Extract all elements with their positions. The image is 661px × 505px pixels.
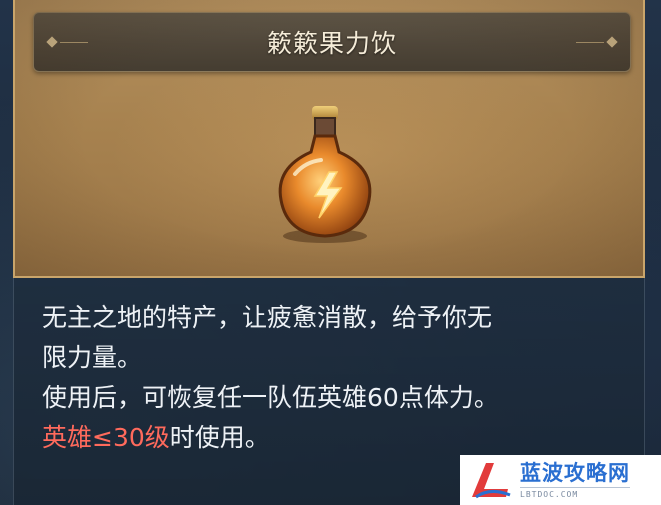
title-ornament-left	[46, 36, 58, 48]
item-name: 簌簌果力饮	[266, 29, 397, 58]
description-line-1: 无主之地的特产，让疲惫消散，给予你无	[42, 303, 493, 332]
level-requirement: 英雄≤30级	[42, 423, 170, 452]
description-line-2: 限力量。	[42, 343, 143, 372]
item-art-panel: 簌簌果力饮	[13, 0, 645, 278]
item-detail-card: 簌簌果力饮 无主之地的特产，让疲惫消散，给予你无 限力量。 使用后，可恢复任一队…	[13, 0, 645, 505]
watermark-text: 蓝波攻略网 LBTDOC.COM	[520, 461, 630, 500]
usage-requirement: 英雄≤30级时使用。	[42, 418, 620, 458]
description-line-3: 使用后，可恢复任一队伍英雄60点体力。	[42, 383, 499, 412]
title-ornament-right	[606, 36, 618, 48]
stamina-potion-icon	[278, 106, 372, 243]
watermark-logo-icon	[472, 463, 511, 499]
title-line-left	[60, 42, 88, 43]
watermark-subtitle: LBTDOC.COM	[520, 486, 630, 500]
requirement-suffix: 时使用。	[169, 423, 270, 452]
site-watermark: 蓝波攻略网 LBTDOC.COM	[460, 455, 661, 505]
watermark-title: 蓝波攻略网	[520, 460, 630, 485]
item-title-bar: 簌簌果力饮	[33, 12, 631, 72]
title-line-right	[576, 42, 604, 43]
